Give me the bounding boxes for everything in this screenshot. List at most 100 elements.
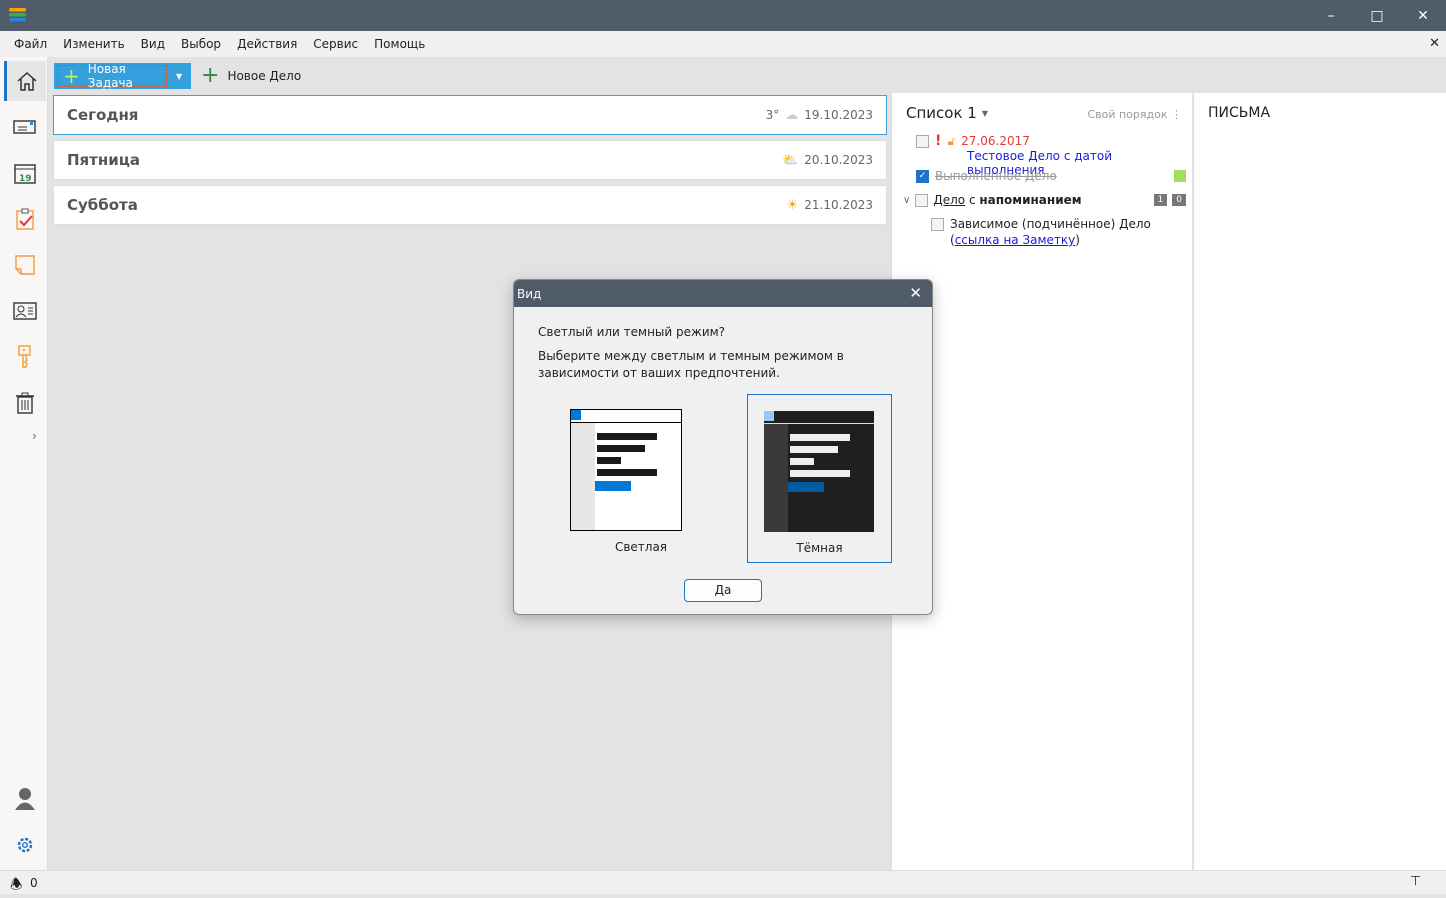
sort-order-button[interactable]: Свой порядок ⋮ xyxy=(1087,108,1182,121)
gear-icon xyxy=(17,837,33,853)
dark-theme-option[interactable]: Тёмная xyxy=(747,394,892,563)
status-bar: 🕭︎ 0 ⊤ xyxy=(0,870,1446,894)
note-link[interactable]: ссылка на Заметку xyxy=(955,233,1076,247)
menu-file[interactable]: Файл xyxy=(6,37,55,51)
key-icon xyxy=(18,345,31,368)
color-tag xyxy=(1174,170,1186,182)
cloud-icon: ☁ xyxy=(785,107,799,123)
chevron-down-icon: ▼ xyxy=(981,108,988,118)
sidebar-item-passwords[interactable] xyxy=(4,337,46,377)
day-label: Сегодня xyxy=(67,106,139,124)
resize-grip-icon[interactable]: ⊤ xyxy=(1410,874,1421,889)
note-link-line: (ссылка на Заметку) xyxy=(950,233,1080,247)
sidebar-item-tasks[interactable] xyxy=(4,199,46,239)
calendar-icon: 19 xyxy=(14,164,36,184)
partly-cloudy-icon: ⛅ xyxy=(782,152,799,168)
minimize-button[interactable]: – xyxy=(1308,0,1354,31)
dialog-question: Светлый или темный режим? xyxy=(538,325,726,339)
badge: 0 xyxy=(1172,194,1186,206)
due-date: 27.06.2017 xyxy=(961,134,1030,148)
menu-view[interactable]: Вид xyxy=(133,37,173,51)
day-date: 20.10.2023 xyxy=(804,153,873,167)
toolbar: + Новая Задача ▼ + Новое Дело xyxy=(48,57,890,93)
checkbox-checked[interactable]: ✓ xyxy=(916,169,929,183)
day-card-friday[interactable]: Пятница ⛅ 20.10.2023 xyxy=(53,140,887,180)
new-task-button[interactable]: + Новая Задача ▼ xyxy=(54,62,191,90)
expand-sidebar-icon[interactable]: › xyxy=(32,429,37,443)
sidebar-item-calendar[interactable]: 19 xyxy=(4,153,46,193)
day-date: 21.10.2023 xyxy=(804,198,873,212)
dialog-close-icon[interactable]: ✕ xyxy=(909,284,922,302)
dialog-title-bar: Вид ✕ xyxy=(514,280,932,307)
clipboard-check-icon xyxy=(16,208,34,230)
day-label: Суббота xyxy=(67,196,138,214)
lock-icon: 🔓︎ xyxy=(947,133,956,148)
priority-icon: ! xyxy=(935,133,942,149)
item-word: Дело xyxy=(933,193,966,207)
svg-text:19: 19 xyxy=(19,174,32,184)
light-theme-preview xyxy=(570,409,682,531)
list-selector[interactable]: Список 1 ▼ xyxy=(906,104,988,122)
close-window-button[interactable]: ✕ xyxy=(1400,0,1446,31)
bell-icon[interactable]: 🕭︎ xyxy=(10,874,23,898)
light-theme-option[interactable]: Светлая xyxy=(556,395,701,563)
menu-select[interactable]: Выбор xyxy=(173,37,229,51)
menu-actions[interactable]: Действия xyxy=(229,37,305,51)
checkbox[interactable] xyxy=(931,217,944,231)
dialog-title: Вид xyxy=(517,286,542,301)
todo-list-panel: Список 1 ▼ Свой порядок ⋮ ! 🔓︎ 27.06.2017… xyxy=(891,93,1192,870)
dark-theme-preview xyxy=(764,411,874,532)
sun-icon: ☀ xyxy=(786,197,799,213)
sidebar-item-settings[interactable] xyxy=(4,825,46,865)
sidebar-item-mail[interactable] xyxy=(4,107,46,147)
day-label: Пятница xyxy=(67,151,140,169)
ok-button[interactable]: Да xyxy=(684,579,762,602)
plus-icon: + xyxy=(201,63,220,88)
contact-card-icon xyxy=(13,302,37,320)
view-mode-dialog: Вид ✕ Светлый или темный режим? Выберите… xyxy=(513,279,933,615)
dialog-description: Выберите между светлым и темным режимом … xyxy=(538,349,844,380)
badge: 1 xyxy=(1153,194,1168,206)
list-item-child[interactable]: Зависимое (подчинённое) Дело xyxy=(931,217,1151,231)
item-title: Выполненное Дело xyxy=(935,169,1057,183)
day-date: 19.10.2023 xyxy=(804,108,873,122)
mail-title: ПИСЬМА xyxy=(1208,105,1271,121)
title-bar: – □ ✕ xyxy=(0,0,1446,31)
day-card-today[interactable]: Сегодня 3° ☁ 19.10.2023 xyxy=(53,95,887,135)
list-title: Список 1 xyxy=(906,104,977,122)
sidebar-item-notes[interactable] xyxy=(4,245,46,285)
plus-icon: + xyxy=(63,64,80,88)
item-title: Зависимое (подчинённое) Дело xyxy=(950,217,1151,231)
list-item-done[interactable]: ✓ Выполненное Дело xyxy=(916,169,1186,183)
trash-icon xyxy=(16,392,34,414)
user-icon xyxy=(15,788,35,810)
sidebar: 19 › xyxy=(0,57,48,870)
mail-icon xyxy=(13,120,36,134)
notification-count: 0 xyxy=(30,876,38,890)
light-theme-label: Светлая xyxy=(614,540,668,554)
checkbox[interactable] xyxy=(916,134,929,148)
list-item[interactable]: ! 🔓︎ 27.06.2017 xyxy=(916,133,1030,149)
close-document-icon[interactable]: ✕ xyxy=(1429,36,1440,51)
sidebar-item-home[interactable] xyxy=(4,61,46,101)
maximize-button[interactable]: □ xyxy=(1354,0,1400,31)
checkbox[interactable] xyxy=(915,193,929,207)
menu-service[interactable]: Сервис xyxy=(305,37,366,51)
mail-panel: ПИСЬМА xyxy=(1193,93,1446,870)
new-item-label: Новое Дело xyxy=(227,69,302,83)
new-task-dropdown-icon[interactable]: ▼ xyxy=(176,72,182,81)
list-item-parent[interactable]: ∨ Дело с напоминанием 1 0 xyxy=(903,193,1186,207)
menu-bar: Файл Изменить Вид Выбор Действия Сервис … xyxy=(0,31,1446,57)
sidebar-item-trash[interactable] xyxy=(4,383,46,423)
app-logo-icon xyxy=(9,8,26,22)
menu-help[interactable]: Помощь xyxy=(366,37,433,51)
sidebar-item-contacts[interactable] xyxy=(4,291,46,331)
menu-edit[interactable]: Изменить xyxy=(55,37,133,51)
temperature: 3° xyxy=(765,108,780,122)
dark-theme-label: Тёмная xyxy=(796,541,843,555)
collapse-chevron-icon[interactable]: ∨ xyxy=(903,195,910,206)
new-item-button[interactable]: + Новое Дело xyxy=(201,63,301,89)
sidebar-item-account[interactable] xyxy=(4,779,46,819)
home-icon xyxy=(17,71,36,91)
day-card-saturday[interactable]: Суббота ☀ 21.10.2023 xyxy=(53,185,887,225)
